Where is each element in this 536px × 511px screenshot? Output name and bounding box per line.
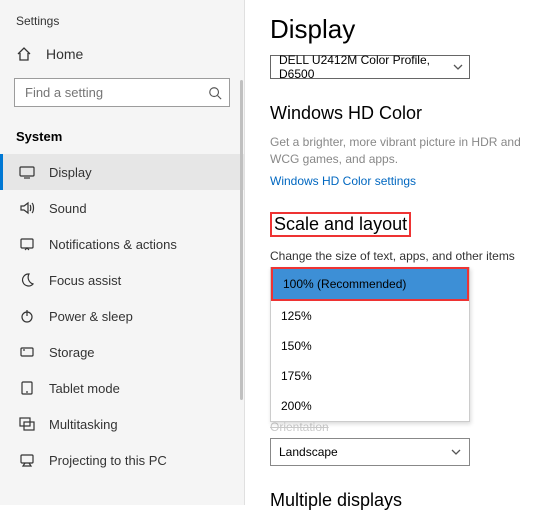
sidebar-item-projecting-to-this-pc[interactable]: Projecting to this PC: [0, 442, 244, 478]
scale-heading-highlight: Scale and layout: [270, 212, 411, 237]
sidebar-item-label: Display: [49, 165, 92, 180]
orientation-label: Orientation: [270, 420, 536, 434]
search-icon: [208, 86, 222, 100]
sidebar-item-label: Notifications & actions: [49, 237, 177, 252]
hd-color-link[interactable]: Windows HD Color settings: [270, 174, 536, 188]
section-label: System: [0, 115, 244, 154]
sidebar-item-tablet-mode[interactable]: Tablet mode: [0, 370, 244, 406]
scale-dropdown-open[interactable]: 100% (Recommended)125%150%175%200%: [270, 267, 470, 422]
home-label: Home: [46, 46, 83, 62]
tablet-icon: [19, 380, 35, 396]
sound-icon: [19, 200, 35, 216]
scale-option[interactable]: 175%: [271, 361, 469, 391]
search-container: [14, 78, 230, 107]
sidebar-item-label: Sound: [49, 201, 87, 216]
scrollbar[interactable]: [240, 80, 243, 400]
color-profile-value: DELL U2412M Color Profile, D6500: [279, 53, 443, 81]
scale-option[interactable]: 150%: [271, 331, 469, 361]
moon-icon: [19, 272, 35, 288]
scale-option[interactable]: 125%: [271, 301, 469, 331]
orientation-value: Landscape: [279, 445, 338, 459]
notifications-icon: [19, 236, 35, 252]
sidebar-item-label: Focus assist: [49, 273, 121, 288]
search-input[interactable]: [14, 78, 230, 107]
hd-color-desc: Get a brighter, more vibrant picture in …: [270, 134, 536, 168]
sidebar-item-label: Multitasking: [49, 417, 118, 432]
sidebar-item-notifications-actions[interactable]: Notifications & actions: [0, 226, 244, 262]
sidebar-item-label: Tablet mode: [49, 381, 120, 396]
sidebar-item-label: Power & sleep: [49, 309, 133, 324]
power-icon: [19, 308, 35, 324]
sidebar-item-display[interactable]: Display: [0, 154, 244, 190]
chevron-down-icon: [451, 447, 461, 457]
sidebar-item-focus-assist[interactable]: Focus assist: [0, 262, 244, 298]
color-profile-select[interactable]: DELL U2412M Color Profile, D6500: [270, 55, 470, 79]
multitasking-icon: [19, 416, 35, 432]
storage-icon: [19, 344, 35, 360]
multiple-displays-heading: Multiple displays: [270, 490, 536, 511]
hd-color-heading: Windows HD Color: [270, 103, 536, 124]
projecting-icon: [19, 452, 35, 468]
orientation-select[interactable]: Landscape: [270, 438, 470, 466]
sidebar: Settings Home System Display Sound Notific…: [0, 0, 245, 505]
page-title: Display: [270, 14, 536, 45]
sidebar-item-power-sleep[interactable]: Power & sleep: [0, 298, 244, 334]
home-icon: [16, 46, 32, 62]
window-title: Settings: [0, 8, 244, 38]
scale-heading: Scale and layout: [270, 212, 536, 237]
sidebar-item-storage[interactable]: Storage: [0, 334, 244, 370]
scale-option[interactable]: 100% (Recommended): [271, 267, 469, 301]
nav-list: Display Sound Notifications & actions Focus…: [0, 154, 244, 478]
display-icon: [19, 164, 35, 180]
sidebar-item-label: Storage: [49, 345, 95, 360]
scale-option[interactable]: 200%: [271, 391, 469, 421]
sidebar-item-sound[interactable]: Sound: [0, 190, 244, 226]
chevron-down-icon: [453, 62, 463, 72]
scale-label: Change the size of text, apps, and other…: [270, 249, 536, 263]
sidebar-item-multitasking[interactable]: Multitasking: [0, 406, 244, 442]
sidebar-item-label: Projecting to this PC: [49, 453, 167, 468]
home-button[interactable]: Home: [0, 38, 244, 70]
main-panel: Display DELL U2412M Color Profile, D6500…: [245, 0, 536, 505]
